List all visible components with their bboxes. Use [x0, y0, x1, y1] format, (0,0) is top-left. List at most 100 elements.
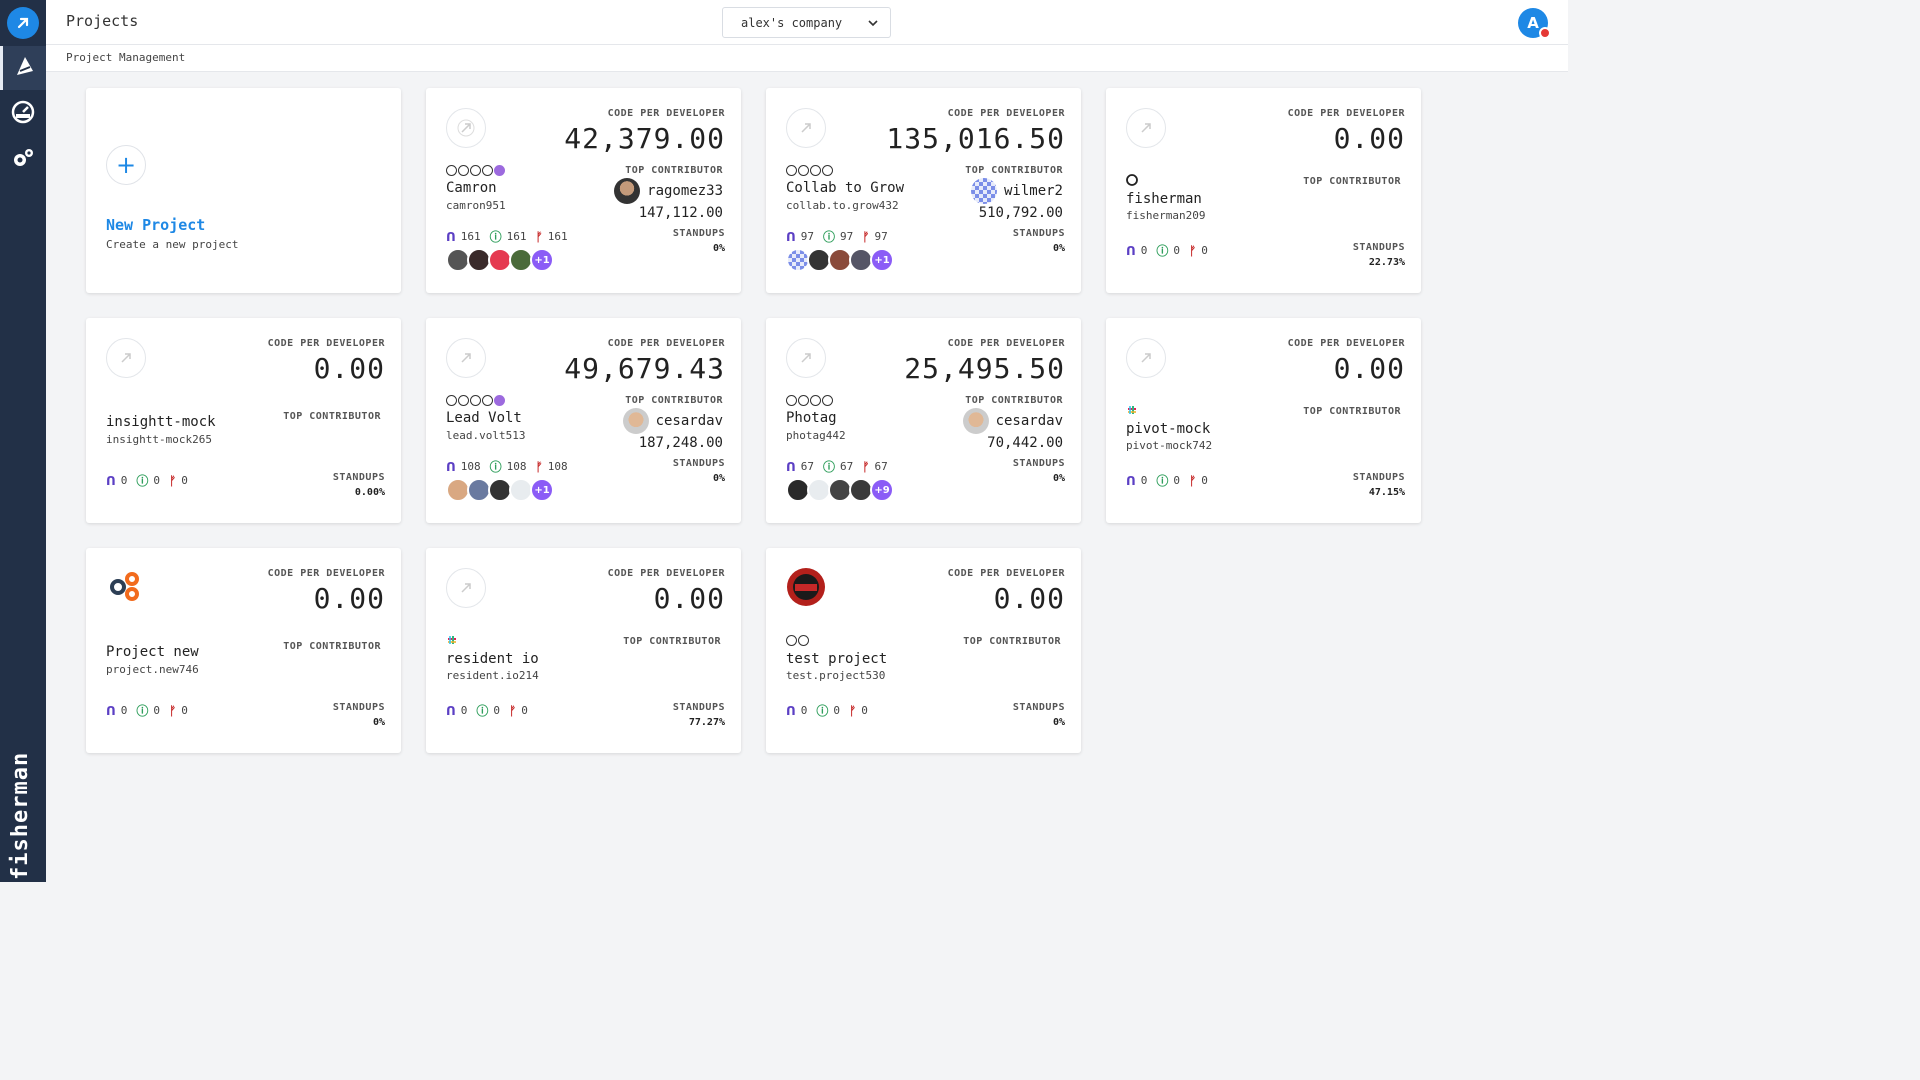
new-project-card[interactable]: + New Project Create a new project — [86, 88, 401, 293]
issue-icon: ⓘ — [489, 230, 502, 244]
cpd-label: CODE PER DEVELOPER — [267, 568, 385, 579]
project-name[interactable]: pivot-mock — [1126, 421, 1210, 437]
cpd-value: 42,379.00 — [564, 122, 725, 155]
arrow-icon — [786, 338, 826, 378]
standups-value: 22.73% — [1368, 257, 1405, 268]
cpd-value: 0.00 — [653, 582, 725, 615]
branch-count: 161 — [547, 230, 568, 243]
cpd-label: CODE PER DEVELOPER — [947, 108, 1065, 119]
branch-count: 67 — [874, 460, 888, 473]
project-card[interactable]: CODE PER DEVELOPER 0.00 insightt-mock in… — [86, 318, 401, 523]
project-handle: camron951 — [446, 199, 506, 212]
cpd-value: 0.00 — [993, 582, 1065, 615]
project-name[interactable]: Camron — [446, 180, 497, 196]
top-contributor-label: TOP CONTRIBUTOR — [965, 165, 1063, 176]
branch-count: 0 — [181, 474, 188, 487]
standups-value: 47.15% — [1368, 487, 1405, 498]
issue-count: 0 — [493, 704, 501, 717]
branch-icon: ᚠ — [862, 229, 870, 244]
cpd-value: 49,679.43 — [564, 352, 725, 385]
issue-icon: ⓘ — [136, 704, 149, 718]
project-card[interactable]: CODE PER DEVELOPER 0.00 pivot-mock pivot… — [1106, 318, 1421, 523]
pull-request-icon: ᑎ — [786, 229, 796, 244]
repo-icons — [446, 165, 506, 176]
project-name[interactable]: Lead Volt — [446, 410, 522, 426]
issue-count: 108 — [506, 460, 527, 473]
brand-name: fisherman — [8, 751, 33, 880]
pr-count: 0 — [120, 704, 128, 717]
standups-label: STANDUPS — [1012, 702, 1065, 713]
branch-count: 0 — [181, 704, 188, 717]
more-members-badge[interactable]: +1 — [530, 478, 554, 502]
project-name[interactable]: Photag — [786, 410, 837, 426]
project-stats: ᑎ 161 ⓘ 161 ᚠ 161 — [446, 228, 573, 245]
member-avatars: +1 — [446, 248, 554, 272]
project-card[interactable]: CODE PER DEVELOPER 49,679.43 Lead Volt l… — [426, 318, 741, 523]
nav-projects[interactable] — [0, 46, 46, 90]
top-contributor-label: TOP CONTRIBUTOR — [1303, 406, 1401, 417]
project-name[interactable]: Project new — [106, 644, 199, 660]
cpd-label: CODE PER DEVELOPER — [607, 338, 725, 349]
more-members-badge[interactable]: +1 — [870, 248, 894, 272]
project-name[interactable]: resident io — [446, 651, 539, 667]
issue-icon: ⓘ — [489, 460, 502, 474]
project-card[interactable]: CODE PER DEVELOPER 42,379.00 Camron camr… — [426, 88, 741, 293]
issue-count: 0 — [833, 704, 841, 717]
branch-icon: ᚠ — [1189, 243, 1197, 258]
new-project-subtitle: Create a new project — [106, 238, 239, 251]
project-stats: ᑎ0 ⓘ 0 ᚠ0 — [106, 472, 193, 489]
more-members-badge[interactable]: +1 — [530, 248, 554, 272]
project-card[interactable]: CODE PER DEVELOPER 0.00 fisherman fisher… — [1106, 88, 1421, 293]
arrow-icon — [446, 338, 486, 378]
project-name[interactable]: test project — [786, 651, 887, 667]
standups-label: STANDUPS — [1352, 472, 1405, 483]
standups-label: STANDUPS — [332, 472, 385, 483]
branch-icon: ᚠ — [535, 459, 543, 474]
project-card[interactable]: CODE PER DEVELOPER 0.00 resident io resi… — [426, 548, 741, 753]
project-name[interactable]: Collab to Grow — [786, 180, 904, 196]
project-handle: photag442 — [786, 429, 846, 442]
pull-request-icon: ᑎ — [446, 459, 456, 474]
project-card[interactable]: CODE PER DEVELOPER 135,016.50 Collab to … — [766, 88, 1081, 293]
branch-count: 97 — [874, 230, 888, 243]
standups-value: 0% — [372, 717, 385, 728]
project-card[interactable]: CODE PER DEVELOPER 0.00 test project tes… — [766, 548, 1081, 753]
pull-request-icon: ᑎ — [786, 703, 796, 718]
nav-settings[interactable] — [0, 138, 46, 182]
more-members-badge[interactable]: +9 — [870, 478, 894, 502]
nav-dashboard[interactable] — [0, 92, 46, 136]
project-name[interactable]: fisherman — [1126, 191, 1202, 207]
pr-count: 67 — [800, 460, 814, 473]
branch-icon: ᚠ — [849, 703, 857, 718]
project-handle: collab.to.grow432 — [786, 199, 899, 212]
project-stats: ᑎ 67 ⓘ 67 ᚠ 67 — [786, 458, 893, 475]
slack-icon — [1126, 404, 1138, 419]
new-project-title[interactable]: New Project — [106, 216, 205, 234]
project-card[interactable]: CODE PER DEVELOPER 25,495.50 Photag phot… — [766, 318, 1081, 523]
project-card[interactable]: CODE PER DEVELOPER 0.00 Project new proj… — [86, 548, 401, 753]
issue-icon: ⓘ — [476, 704, 489, 718]
issue-icon: ⓘ — [823, 230, 836, 244]
project-handle: test.project530 — [786, 669, 886, 682]
company-select[interactable]: alex's company — [722, 7, 891, 38]
project-name[interactable]: insightt-mock — [106, 414, 216, 430]
user-avatar[interactable]: A — [1518, 8, 1551, 39]
sub-bar: Project Management — [46, 45, 1568, 72]
arrow-icon — [1126, 108, 1166, 148]
branch-icon: ᚠ — [169, 473, 177, 488]
pull-request-icon: ᑎ — [446, 703, 456, 718]
cpd-value: 25,495.50 — [904, 352, 1065, 385]
top-contributor: ragomez33 — [614, 178, 723, 204]
dashboard-icon — [10, 99, 36, 129]
cpd-value: 0.00 — [313, 352, 385, 385]
plus-icon[interactable]: + — [106, 145, 146, 185]
standups-label: STANDUPS — [1352, 242, 1405, 253]
cpd-label: CODE PER DEVELOPER — [607, 108, 725, 119]
pull-request-icon: ᑎ — [1126, 473, 1136, 488]
contributor-value: 187,248.00 — [638, 435, 723, 451]
cpd-value: 135,016.50 — [886, 122, 1065, 155]
logo-arrow-icon[interactable] — [7, 7, 39, 39]
issue-icon: ⓘ — [1156, 244, 1169, 258]
company-select-value: alex's company — [741, 15, 843, 30]
projects-grid: + New Project Create a new project CODE … — [86, 88, 1421, 753]
